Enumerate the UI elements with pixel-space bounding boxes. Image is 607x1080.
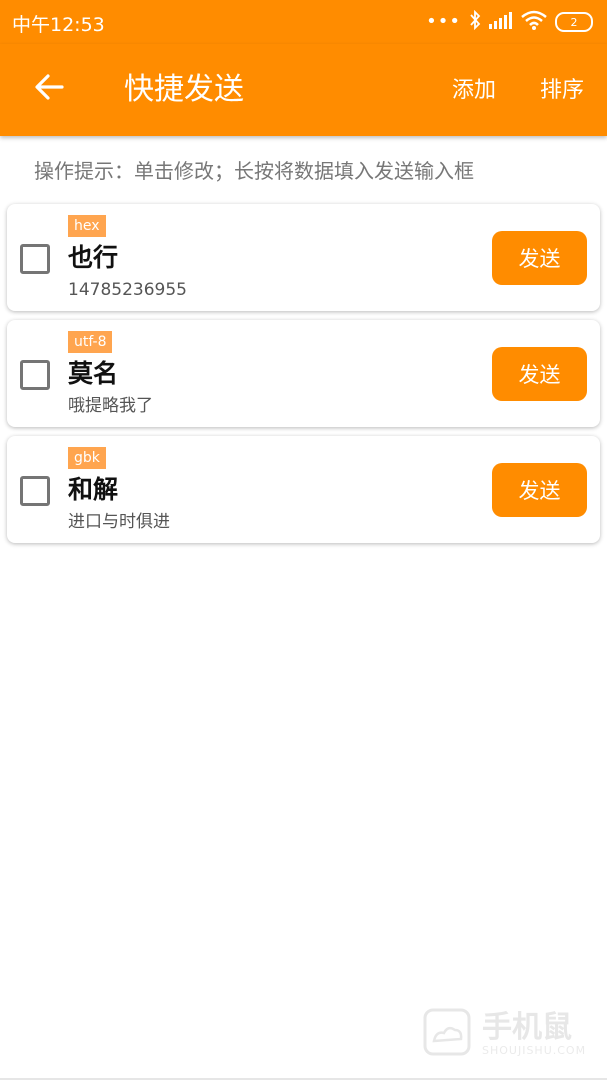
arrow-left-icon (34, 74, 64, 104)
status-time: 中午12:53 (12, 14, 105, 36)
watermark-logo-icon (422, 1007, 472, 1061)
list-item[interactable]: hex 也行 14785236955 发送 (7, 204, 600, 311)
back-button[interactable] (26, 66, 72, 112)
encoding-tag: utf-8 (68, 331, 113, 353)
send-button[interactable]: 发送 (492, 231, 587, 285)
status-icons: ••• 2 (426, 9, 593, 35)
list-item[interactable]: utf-8 莫名 哦提略我了 发送 (7, 320, 600, 427)
app-bar: 快捷发送 添加 排序 (0, 44, 607, 136)
more-dots-icon: ••• (426, 11, 461, 32)
item-name: 也行 (68, 243, 119, 272)
bluetooth-icon (469, 9, 481, 34)
watermark: 手机鼠 SHOUJISHU.COM (422, 1004, 592, 1064)
encoding-tag: hex (68, 215, 106, 237)
sort-button[interactable]: 排序 (540, 76, 584, 106)
send-button[interactable]: 发送 (492, 463, 587, 517)
status-bar: 中午12:53 ••• 2 (0, 0, 607, 44)
item-checkbox[interactable] (20, 244, 50, 274)
item-content: 进口与时俱进 (68, 512, 170, 532)
encoding-tag: gbk (68, 447, 106, 469)
item-checkbox[interactable] (20, 476, 50, 506)
operation-hint: 操作提示：单击修改；长按将数据填入发送输入框 (34, 159, 474, 183)
item-name: 莫名 (68, 359, 119, 388)
signal-icon (489, 11, 513, 33)
wifi-icon (521, 10, 547, 34)
item-checkbox[interactable] (20, 360, 50, 390)
add-button[interactable]: 添加 (452, 76, 496, 106)
item-content: 14785236955 (68, 280, 187, 300)
list-item[interactable]: gbk 和解 进口与时俱进 发送 (7, 436, 600, 543)
send-button[interactable]: 发送 (492, 347, 587, 401)
watermark-subtext: SHOUJISHU.COM (482, 1043, 587, 1057)
watermark-text-block: 手机鼠 SHOUJISHU.COM (482, 1009, 587, 1057)
item-name: 和解 (68, 475, 119, 504)
battery-icon: 2 (555, 12, 593, 32)
item-content: 哦提略我了 (68, 396, 153, 416)
page-title: 快捷发送 (124, 72, 244, 107)
watermark-text: 手机鼠 (482, 1009, 572, 1045)
quick-send-list: hex 也行 14785236955 发送 utf-8 莫名 哦提略我了 发送 … (7, 204, 600, 552)
